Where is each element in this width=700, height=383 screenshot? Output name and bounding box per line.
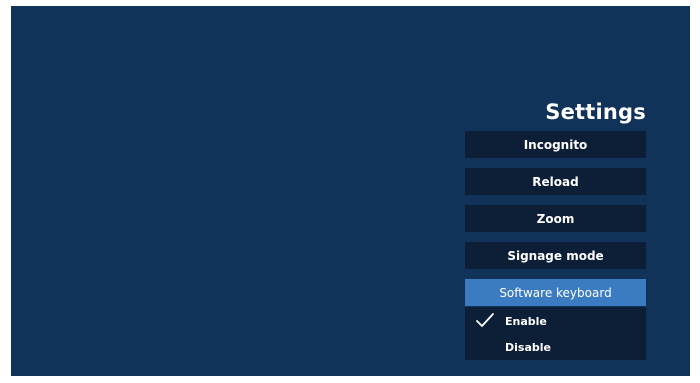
software-keyboard-submenu: Enable Disable bbox=[465, 307, 646, 360]
menu-item-label: Incognito bbox=[523, 137, 588, 152]
option-disable-label: Disable bbox=[505, 340, 551, 354]
option-enable-label: Enable bbox=[505, 314, 547, 328]
menu-item-software-keyboard[interactable]: Software keyboard bbox=[465, 279, 646, 306]
settings-title: Settings bbox=[545, 100, 646, 124]
checkmark-icon bbox=[476, 313, 494, 327]
menu-item-label: Reload bbox=[532, 174, 579, 189]
option-enable[interactable]: Enable bbox=[465, 308, 646, 334]
menu-item-signage-mode[interactable]: Signage mode bbox=[465, 242, 646, 269]
menu-item-reload[interactable]: Reload bbox=[465, 168, 646, 195]
menu-item-zoom[interactable]: Zoom bbox=[465, 205, 646, 232]
menu-item-label: Signage mode bbox=[507, 248, 604, 263]
menu-item-incognito[interactable]: Incognito bbox=[465, 131, 646, 158]
tv-screen: Settings Incognito Reload Zoom Signage m… bbox=[11, 6, 690, 376]
option-disable[interactable]: Disable bbox=[465, 334, 646, 360]
menu-item-label: Zoom bbox=[536, 211, 575, 226]
menu-item-label: Software keyboard bbox=[499, 285, 612, 300]
